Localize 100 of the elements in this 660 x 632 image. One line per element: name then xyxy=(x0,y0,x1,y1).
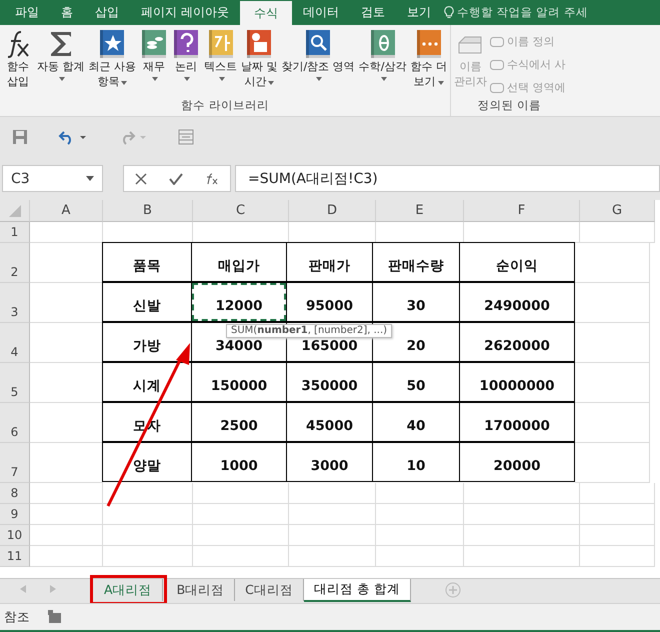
empty-cell[interactable] xyxy=(575,363,650,403)
function-tooltip: SUM(number1, [number2], ...) xyxy=(226,324,392,338)
undo-icon[interactable] xyxy=(58,129,88,145)
empty-cell[interactable] xyxy=(580,222,655,243)
empty-cell[interactable] xyxy=(376,546,464,567)
ribbon-button[interactable]: 텍스트 xyxy=(202,29,239,98)
row-header[interactable]: 9 xyxy=(0,504,30,525)
ribbon-button[interactable]: 자동 합계 xyxy=(35,29,86,98)
table-cell: 시계 xyxy=(102,362,192,402)
formula-field[interactable]: =SUM(A대리점!C3) xyxy=(235,165,660,192)
row-header[interactable]: 3 xyxy=(0,283,30,323)
row-header[interactable]: 7 xyxy=(0,443,30,483)
ribbon-button[interactable]: 논리 xyxy=(170,29,202,98)
row-header[interactable]: 11 xyxy=(0,546,30,567)
ribbon-tab[interactable]: 보기 xyxy=(396,0,442,25)
table-cell: 350000 xyxy=(286,362,373,402)
row-header[interactable]: 10 xyxy=(0,525,30,546)
ribbon-button[interactable]: 재무 xyxy=(138,29,170,98)
empty-cell[interactable] xyxy=(575,283,650,323)
column-header[interactable]: C xyxy=(193,200,289,222)
table-cell: 40 xyxy=(372,402,460,442)
empty-cell[interactable] xyxy=(580,483,655,504)
empty-cell[interactable] xyxy=(575,243,650,283)
scroll-right-icon[interactable] xyxy=(50,585,56,593)
ribbon-tab[interactable]: 삽입 xyxy=(84,0,130,25)
column-header[interactable]: B xyxy=(103,200,193,222)
name-box[interactable]: C3 xyxy=(2,165,103,192)
select-all-icon[interactable] xyxy=(8,204,20,216)
table-cell: 12000 xyxy=(191,282,287,322)
row-header[interactable]: 5 xyxy=(0,363,30,403)
ribbon-button[interactable]: 함수 더 보기 xyxy=(408,29,449,98)
empty-cell[interactable] xyxy=(103,483,193,504)
ribbon-button[interactable]: 최근 사용 항목 xyxy=(86,29,138,98)
empty-cell[interactable] xyxy=(193,546,289,567)
empty-cell[interactable] xyxy=(376,504,464,525)
row-header[interactable]: 4 xyxy=(0,323,30,363)
search-book-icon xyxy=(304,29,332,59)
ribbon-button[interactable]: 날짜 및 시간 xyxy=(239,29,280,98)
sheet-tab[interactable]: B대리점 xyxy=(166,579,236,601)
row-header[interactable]: 1 xyxy=(0,222,30,243)
empty-cell[interactable] xyxy=(193,504,289,525)
ribbon-tab[interactable]: 홈 xyxy=(50,0,84,25)
column-header[interactable]: A xyxy=(30,200,103,222)
empty-cell[interactable] xyxy=(193,525,289,546)
empty-cell[interactable] xyxy=(193,483,289,504)
tell-me-field[interactable]: 수행할 작업을 알려 주세 xyxy=(456,5,588,20)
ribbon-button[interactable]: 함수 삽입 xyxy=(1,29,35,98)
save-icon[interactable] xyxy=(12,129,28,145)
header-cell: 매입가 xyxy=(191,242,287,282)
empty-cell[interactable] xyxy=(376,525,464,546)
form-icon[interactable] xyxy=(178,129,194,145)
empty-cell[interactable] xyxy=(580,504,655,525)
table-cell: 150000 xyxy=(191,362,287,402)
empty-cell[interactable] xyxy=(575,443,650,483)
empty-cell[interactable] xyxy=(289,525,376,546)
theta-book-icon xyxy=(368,29,397,59)
row-header[interactable]: 6 xyxy=(0,403,30,443)
ribbon-tab[interactable]: 데이터 xyxy=(292,0,350,25)
calendar-book-icon xyxy=(245,29,274,59)
sheet-tab[interactable]: 대리점 총 합계 xyxy=(304,579,411,602)
scroll-left-icon[interactable] xyxy=(20,585,26,593)
empty-cell[interactable] xyxy=(464,546,580,567)
row-header[interactable]: 8 xyxy=(0,483,30,504)
add-sheet-icon[interactable] xyxy=(444,582,461,598)
ribbon-button[interactable]: 찾기/참조 영역 xyxy=(280,29,357,98)
empty-cell[interactable] xyxy=(103,525,193,546)
empty-cell[interactable] xyxy=(464,483,580,504)
row-header[interactable]: 2 xyxy=(0,243,30,283)
empty-cell[interactable] xyxy=(103,546,193,567)
sheet-tab[interactable]: A대리점 xyxy=(94,579,163,601)
check-icon[interactable] xyxy=(169,172,183,184)
column-header[interactable]: D xyxy=(289,200,376,222)
empty-cell[interactable] xyxy=(289,546,376,567)
function-icon[interactable] xyxy=(205,172,219,184)
empty-cell[interactable] xyxy=(580,525,655,546)
empty-cell[interactable] xyxy=(580,546,655,567)
empty-cell[interactable] xyxy=(464,504,580,525)
column-header[interactable]: F xyxy=(464,200,580,222)
empty-cell[interactable] xyxy=(575,323,650,363)
empty-cell[interactable] xyxy=(376,483,464,504)
empty-cell[interactable] xyxy=(464,525,580,546)
ribbon-tab[interactable]: 페이지 레이아웃 xyxy=(130,0,240,25)
ribbon-tab[interactable]: 검토 xyxy=(350,0,396,25)
empty-cell[interactable] xyxy=(575,403,650,443)
table-cell: 신발 xyxy=(102,282,192,322)
empty-cell[interactable] xyxy=(289,504,376,525)
column-header[interactable]: E xyxy=(376,200,464,222)
cancel-icon[interactable] xyxy=(135,172,147,184)
star-book-icon xyxy=(98,29,126,59)
ribbon-tab[interactable]: 파일 xyxy=(4,0,50,25)
caret-icon xyxy=(86,176,94,181)
table-cell: 95000 xyxy=(286,282,373,322)
empty-cell[interactable] xyxy=(103,504,193,525)
ribbon-tab[interactable]: 수식 xyxy=(240,1,292,25)
macro-icon[interactable] xyxy=(48,610,62,624)
ribbon-button[interactable]: 수학/삼각 xyxy=(356,29,408,98)
empty-cell[interactable] xyxy=(289,483,376,504)
text-book-icon xyxy=(206,29,234,59)
table-cell: 1700000 xyxy=(459,402,575,442)
column-header[interactable]: G xyxy=(580,200,655,222)
